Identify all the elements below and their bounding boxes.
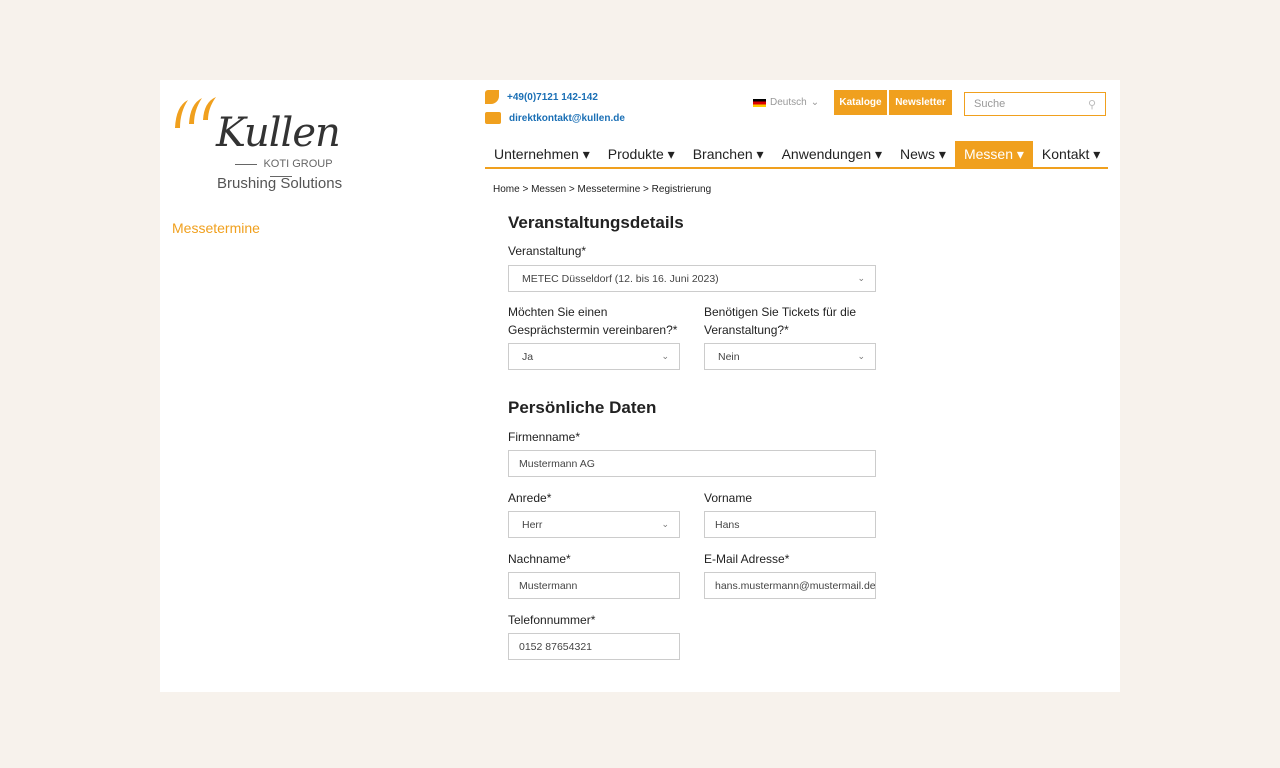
- phone-icon: [485, 90, 499, 104]
- salutation-label: Anrede*: [508, 491, 552, 505]
- nav-anwendungen[interactable]: Anwendungen ▾: [773, 141, 891, 167]
- nav-produkte[interactable]: Produkte ▾: [599, 141, 684, 167]
- phone-link[interactable]: +49(0)7121 142-142: [485, 90, 598, 104]
- nav-news[interactable]: News ▾: [891, 141, 955, 167]
- chevron-down-icon: ⌄: [857, 273, 865, 283]
- firstname-label: Vorname: [704, 491, 753, 505]
- kullen-logo[interactable]: Kullen KOTI GROUP Brushing Solutions: [172, 96, 352, 196]
- logo-brush-icon: [175, 97, 216, 128]
- event-label: Veranstaltung*: [508, 244, 587, 258]
- newsletter-button[interactable]: Newsletter: [889, 90, 952, 115]
- tickets-label: Benötigen Sie Tickets für die Veranstalt…: [704, 305, 857, 337]
- page: Kullen KOTI GROUP Brushing Solutions Mes…: [160, 80, 1120, 692]
- mail-icon: [485, 112, 501, 124]
- main-nav: Unternehmen ▾ Produkte ▾ Branchen ▾ Anwe…: [485, 141, 1108, 169]
- email-input[interactable]: hans.mustermann@mustermail.de: [704, 572, 876, 599]
- nav-unternehmen[interactable]: Unternehmen ▾: [485, 141, 599, 167]
- search-input[interactable]: Suche ⚲: [964, 92, 1106, 116]
- breadcrumb[interactable]: Home > Messen > Messetermine > Registrie…: [493, 184, 711, 195]
- sidebar-item-messetermine[interactable]: Messetermine: [172, 220, 260, 236]
- section-title-event: Veranstaltungsdetails: [508, 213, 684, 232]
- chevron-down-icon: ⌄: [857, 351, 865, 361]
- section-title-personal: Persönliche Daten: [508, 398, 657, 417]
- chevron-down-icon: ⌄: [661, 519, 669, 529]
- lastname-label: Nachname*: [508, 552, 571, 566]
- email-label: E-Mail Adresse*: [704, 552, 790, 566]
- meeting-label: Möchten Sie einen Gesprächstermin verein…: [508, 305, 678, 337]
- nav-messen[interactable]: Messen ▾: [954, 141, 1033, 167]
- chevron-down-icon: ⌄: [810, 97, 820, 108]
- nav-branchen[interactable]: Branchen ▾: [684, 141, 773, 167]
- german-flag-icon: [753, 98, 766, 107]
- tickets-select[interactable]: Nein ⌄: [704, 343, 876, 370]
- nav-kontakt[interactable]: Kontakt ▾: [1033, 141, 1109, 167]
- email-link[interactable]: direktkontakt@kullen.de: [485, 112, 625, 124]
- meeting-select[interactable]: Ja ⌄: [508, 343, 680, 370]
- firstname-input[interactable]: Hans: [704, 511, 876, 538]
- chevron-down-icon: ⌄: [661, 351, 669, 361]
- event-select[interactable]: METEC Düsseldorf (12. bis 16. Juni 2023)…: [508, 265, 876, 292]
- search-icon[interactable]: ⚲: [1088, 98, 1096, 111]
- phone-label: Telefonnummer*: [508, 613, 596, 627]
- company-label: Firmenname*: [508, 430, 581, 444]
- salutation-select[interactable]: Herr ⌄: [508, 511, 680, 538]
- phone-input[interactable]: 0152 87654321: [508, 633, 680, 660]
- lastname-input[interactable]: Mustermann: [508, 572, 680, 599]
- catalogs-button[interactable]: Kataloge: [834, 90, 887, 115]
- company-input[interactable]: Mustermann AG: [508, 450, 876, 477]
- language-selector[interactable]: Deutsch ⌄: [753, 97, 819, 108]
